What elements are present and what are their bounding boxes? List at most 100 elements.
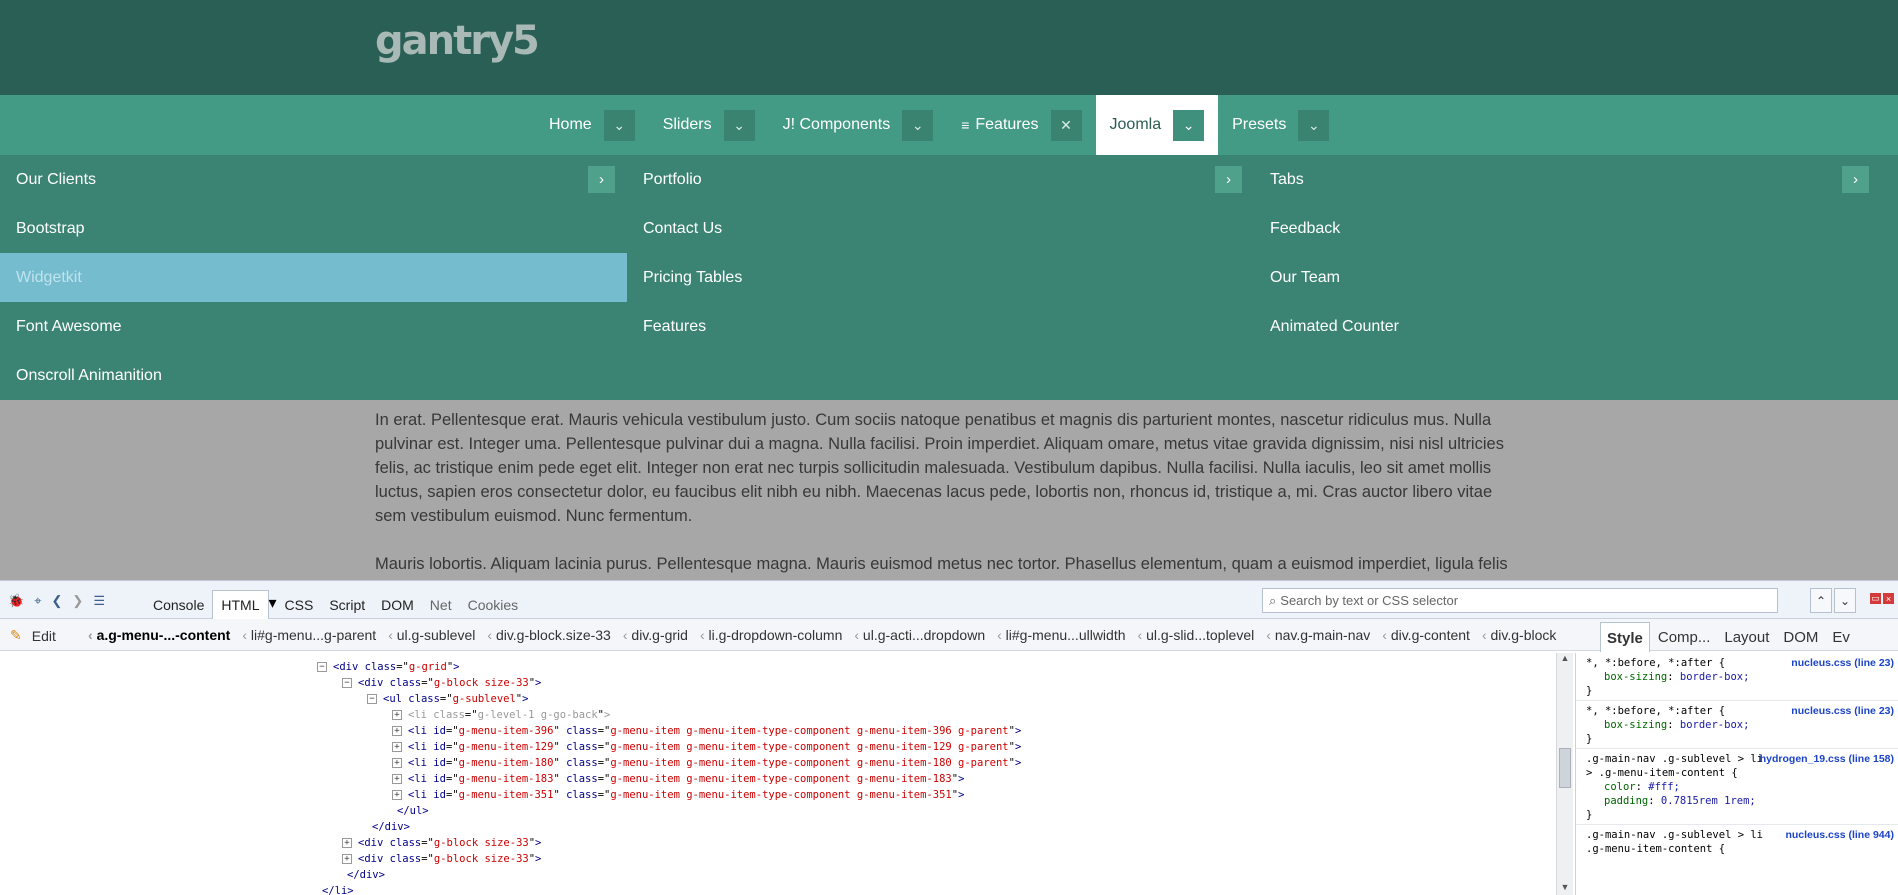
breadcrumb-item[interactable]: div.g-block.size-33 bbox=[487, 627, 611, 643]
expand-icon[interactable]: + bbox=[392, 710, 402, 720]
html-tree-line[interactable]: + <li class="g-level-1 g-go-back"> bbox=[392, 707, 610, 723]
css-selector[interactable]: .g-main-nav .g-sublevel > li .g-menu-ite… bbox=[1586, 828, 1771, 856]
dropdown-item[interactable]: Onscroll Animanition bbox=[0, 351, 627, 400]
breadcrumb-item[interactable]: div.g-grid bbox=[623, 627, 688, 643]
expand-icon[interactable]: + bbox=[392, 790, 402, 800]
detach-icon[interactable]: ▭ bbox=[1870, 593, 1881, 604]
chevron-down-icon[interactable]: ⌄ bbox=[723, 109, 755, 141]
chevron-right-icon[interactable]: › bbox=[588, 166, 615, 193]
dropdown-item[interactable]: Our Team bbox=[1254, 253, 1881, 302]
side-tab-2[interactable]: Layout bbox=[1718, 622, 1775, 652]
css-declaration[interactable]: box-sizing: border-box; bbox=[1586, 718, 1892, 732]
html-tree-line[interactable]: + <li id="g-menu-item-129" class="g-menu-… bbox=[392, 739, 1021, 755]
edit-icon[interactable]: ✎ bbox=[10, 627, 22, 644]
breadcrumb-item[interactable]: li.g-dropdown-column bbox=[700, 627, 843, 643]
firebug-menu-icon[interactable]: 🐞 bbox=[8, 593, 24, 609]
html-tree-line[interactable]: + <div class="g-block size-33"> bbox=[342, 835, 541, 851]
dropdown-item[interactable]: Features bbox=[627, 302, 1254, 351]
chevron-down-icon[interactable]: ⌄ bbox=[1173, 109, 1205, 141]
dropdown-item[interactable]: Pricing Tables bbox=[627, 253, 1254, 302]
tab-net[interactable]: Net bbox=[422, 593, 460, 619]
html-tree-line[interactable]: + <div class="g-block size-33"> bbox=[342, 851, 541, 867]
css-rule-source-link[interactable]: nucleus.css (line 944) bbox=[1785, 828, 1894, 842]
dropdown-item[interactable]: Tabs › bbox=[1254, 155, 1881, 204]
side-tab-3[interactable]: DOM bbox=[1777, 622, 1824, 652]
nav-item-features[interactable]: ≡ Features ✕ bbox=[947, 95, 1095, 155]
tab-css[interactable]: CSS bbox=[277, 593, 322, 619]
css-declaration[interactable]: box-sizing: border-box; bbox=[1586, 670, 1892, 684]
nav-item-j-components[interactable]: J! Components ⌄ bbox=[769, 95, 948, 155]
dropdown-item[interactable]: Our Clients › bbox=[0, 155, 627, 204]
collapse-icon[interactable]: − bbox=[367, 694, 377, 704]
nav-item-joomla[interactable]: Joomla ⌄ bbox=[1095, 95, 1219, 155]
side-tab-0[interactable]: Style bbox=[1600, 622, 1650, 652]
dropdown-item[interactable]: Contact Us bbox=[627, 204, 1254, 253]
tab-script[interactable]: Script bbox=[321, 593, 373, 619]
side-tab-4[interactable]: Ev bbox=[1826, 622, 1856, 652]
css-selector[interactable]: .g-main-nav .g-sublevel > li > .g-menu-i… bbox=[1586, 752, 1771, 780]
back-icon[interactable]: ❮ bbox=[52, 593, 63, 609]
collapse-icon[interactable]: − bbox=[317, 662, 327, 672]
scrollbar-thumb[interactable] bbox=[1559, 748, 1571, 788]
expand-icon[interactable]: + bbox=[392, 742, 402, 752]
breadcrumb-item[interactable]: div.g-block bbox=[1482, 627, 1557, 643]
nav-item-home[interactable]: Home ⌄ bbox=[535, 95, 649, 155]
site-logo[interactable]: gantry5 bbox=[375, 18, 540, 64]
html-tree-line[interactable]: − <div class="g-block size-33"> bbox=[342, 675, 541, 691]
tab-cookies[interactable]: Cookies bbox=[460, 593, 527, 619]
breadcrumb-item[interactable]: ul.g-sublevel bbox=[388, 627, 476, 643]
collapse-icon[interactable]: − bbox=[342, 678, 352, 688]
chevron-down-icon[interactable]: ⌄ bbox=[1298, 109, 1330, 141]
scroll-up-icon[interactable]: ▲ bbox=[1557, 653, 1573, 667]
side-tab-1[interactable]: Comp... bbox=[1652, 622, 1717, 652]
dropdown-item[interactable]: Bootstrap bbox=[0, 204, 627, 253]
expand-icon[interactable]: + bbox=[392, 774, 402, 784]
dropdown-item[interactable]: Feedback bbox=[1254, 204, 1881, 253]
edit-button[interactable]: Edit bbox=[32, 628, 56, 644]
css-rule-source-link[interactable]: nucleus.css (line 23) bbox=[1791, 704, 1894, 718]
html-tree-line[interactable]: </div> bbox=[372, 819, 410, 835]
search-input[interactable]: ⌕ Search by text or CSS selector bbox=[1262, 588, 1778, 613]
css-declaration[interactable]: color: #fff; bbox=[1586, 780, 1892, 794]
html-tree-line[interactable]: </div> bbox=[347, 867, 385, 883]
chevron-down-icon[interactable]: ⌄ bbox=[902, 109, 934, 141]
search-next-button[interactable]: ⌄ bbox=[1834, 588, 1856, 613]
css-rule-source-link[interactable]: hydrogen_19.css (line 158) bbox=[1760, 752, 1894, 766]
html-tree-line[interactable]: + <li id="g-menu-item-396" class="g-menu-… bbox=[392, 723, 1021, 739]
dropdown-item[interactable]: Portfolio › bbox=[627, 155, 1254, 204]
breadcrumb-item[interactable]: div.g-content bbox=[1382, 627, 1470, 643]
breadcrumb-item[interactable]: nav.g-main-nav bbox=[1266, 627, 1370, 643]
chevron-right-icon[interactable]: › bbox=[1215, 166, 1242, 193]
css-rule-source-link[interactable]: nucleus.css (line 23) bbox=[1791, 656, 1894, 670]
html-tree-line[interactable]: − <ul class="g-sublevel"> bbox=[367, 691, 528, 707]
dropdown-item[interactable]: Animated Counter bbox=[1254, 302, 1881, 351]
forward-icon[interactable]: ❯ bbox=[72, 593, 83, 609]
chevron-down-icon[interactable]: ▾ bbox=[269, 593, 277, 619]
html-tree-line[interactable]: + <li id="g-menu-item-180" class="g-menu-… bbox=[392, 755, 1021, 771]
close-icon[interactable]: × bbox=[1883, 593, 1894, 604]
breadcrumb-item[interactable]: ul.g-acti...dropdown bbox=[854, 627, 985, 643]
inspect-element-icon[interactable]: ⌖ bbox=[34, 593, 41, 609]
html-tree-line[interactable]: − <div class="g-grid"> bbox=[317, 659, 459, 675]
breadcrumb-item[interactable]: a.g-menu-...-content bbox=[88, 627, 231, 643]
css-selector[interactable]: *, *:before, *:after { bbox=[1586, 704, 1771, 718]
expand-icon[interactable]: + bbox=[392, 726, 402, 736]
breadcrumb-item[interactable]: li#g-menu...g-parent bbox=[242, 627, 376, 643]
dropdown-item[interactable]: Font Awesome bbox=[0, 302, 627, 351]
html-tree-line[interactable]: </ul> bbox=[397, 803, 429, 819]
chevron-down-icon[interactable]: ⌄ bbox=[603, 109, 635, 141]
expand-icon[interactable]: + bbox=[342, 854, 352, 864]
expand-icon[interactable]: + bbox=[392, 758, 402, 768]
nav-item-presets[interactable]: Presets ⌄ bbox=[1218, 95, 1343, 155]
expand-icon[interactable]: + bbox=[342, 838, 352, 848]
close-icon[interactable]: ✕ bbox=[1050, 109, 1082, 141]
html-tree-line[interactable]: </li> bbox=[322, 883, 354, 895]
html-scrollbar[interactable]: ▲ ▼ bbox=[1556, 653, 1573, 895]
css-declaration[interactable]: padding: 0.7815rem 1rem; bbox=[1586, 794, 1892, 808]
indent-icon[interactable]: ☰ bbox=[93, 593, 105, 609]
tab-html[interactable]: HTML bbox=[212, 590, 269, 619]
css-selector[interactable]: *, *:before, *:after { bbox=[1586, 656, 1771, 670]
scroll-down-icon[interactable]: ▼ bbox=[1557, 882, 1573, 895]
nav-item-sliders[interactable]: Sliders ⌄ bbox=[649, 95, 769, 155]
tab-dom[interactable]: DOM bbox=[373, 593, 422, 619]
